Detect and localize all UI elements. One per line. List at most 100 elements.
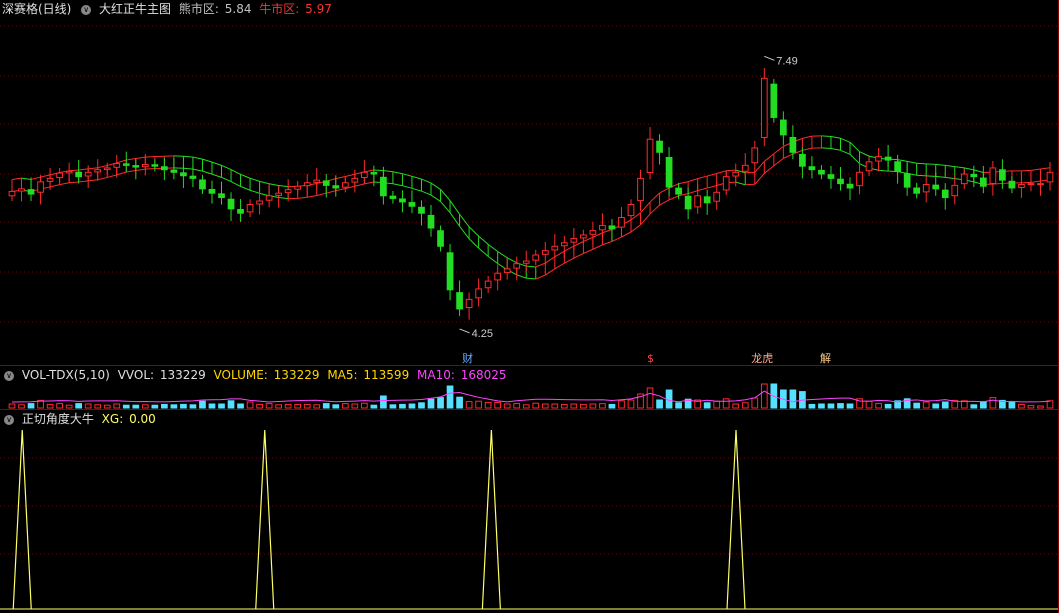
candle-body	[122, 163, 130, 166]
candle-body	[932, 184, 940, 190]
volume-bar	[580, 403, 587, 409]
band-edge	[449, 200, 460, 215]
band-edge	[726, 169, 736, 172]
volume-bar	[446, 385, 454, 409]
volume-bar	[360, 402, 368, 409]
volume-bar	[294, 403, 302, 409]
band-edge	[183, 167, 193, 170]
volume-bar	[141, 404, 149, 409]
band-edge	[821, 135, 832, 137]
volume-value: 133229	[273, 368, 320, 382]
band-edge	[430, 182, 441, 190]
volume-panel[interactable]: ∨ VOL-TDX(5,10) VVOL: 133229 VOLUME: 133…	[0, 366, 1059, 410]
band-edge	[269, 183, 279, 186]
candle-body	[846, 183, 854, 189]
bull-label: 牛市区:	[259, 2, 300, 16]
band-edge	[440, 201, 451, 213]
band-edge	[926, 175, 936, 177]
volume-bar	[503, 403, 511, 409]
band-edge	[459, 225, 470, 240]
candle-body	[722, 176, 730, 191]
band-edge	[440, 189, 451, 201]
main-chart-panel[interactable]: 7.49 4.25 财 $ 龙虎 解 深赛格(日线) ∨ 大红正牛主图 熊市区: 5.84…	[0, 0, 1059, 366]
candle-body	[875, 156, 882, 162]
candle-body	[694, 195, 702, 208]
candle-body	[513, 263, 521, 269]
band-edge	[583, 248, 594, 254]
band-edge	[564, 245, 575, 252]
vvol-value: 133229	[159, 368, 206, 382]
candle-body	[103, 167, 111, 170]
candle-body	[418, 206, 425, 214]
volume-bar	[703, 402, 711, 409]
volume-bar	[627, 399, 635, 409]
candle-body	[360, 171, 368, 178]
stock-name[interactable]: 深赛格(日线)	[2, 2, 71, 16]
band-edge	[364, 169, 374, 173]
candle-body	[541, 250, 549, 255]
volume-bar	[922, 401, 930, 409]
band-edge	[1021, 181, 1031, 184]
chevron-down-icon[interactable]: ∨	[81, 4, 92, 15]
volume-bar	[1008, 401, 1016, 409]
band-edge	[249, 189, 260, 194]
candle-body	[503, 268, 511, 274]
volume-bar	[275, 404, 282, 409]
chevron-down-icon[interactable]: ∨	[4, 414, 14, 425]
band-edge	[849, 153, 860, 165]
volume-bar	[56, 403, 63, 409]
volume-bar	[732, 403, 740, 409]
band-edge	[468, 238, 479, 249]
candle-body	[922, 183, 930, 193]
candle-body	[94, 169, 102, 173]
indicator-panel-name[interactable]: 正切角度大牛	[22, 412, 94, 426]
candle-body	[789, 136, 797, 153]
band-edge	[402, 185, 413, 189]
band-edge	[316, 192, 327, 197]
band-edge	[897, 159, 908, 162]
candle-body	[684, 195, 692, 210]
indicator-chart[interactable]	[0, 410, 1059, 613]
candle-body	[456, 292, 463, 310]
band-edge	[11, 177, 22, 180]
volume-bar	[75, 403, 83, 409]
candle-body	[380, 176, 387, 197]
band-edge	[611, 236, 622, 242]
band-edge	[1030, 168, 1041, 171]
candle-body	[637, 177, 644, 202]
volume-bar	[284, 403, 292, 409]
band-edge	[449, 212, 460, 227]
volume-bar	[389, 404, 397, 409]
band-edge	[30, 176, 41, 180]
candle-body	[713, 191, 721, 202]
volume-bar	[94, 404, 102, 409]
volume-indicator-name[interactable]: VOL-TDX(5,10)	[22, 368, 110, 382]
candle-body	[608, 225, 616, 230]
bull-value: 5.97	[305, 2, 332, 16]
candle-body	[265, 195, 273, 201]
indicator-name[interactable]: 大红正牛主图	[99, 2, 171, 16]
band-edge	[107, 174, 117, 178]
volume-bar	[484, 401, 492, 409]
candle-body	[484, 280, 492, 289]
band-edge	[202, 158, 213, 163]
candle-body	[246, 204, 254, 213]
chevron-down-icon[interactable]: ∨	[4, 370, 14, 381]
band-edge	[192, 156, 203, 160]
band-edge	[735, 181, 746, 186]
band-edge	[773, 157, 784, 167]
candle-body	[865, 161, 873, 172]
candle-body	[732, 171, 740, 177]
band-edge	[88, 179, 98, 182]
candle-body	[1037, 183, 1044, 186]
band-edge	[821, 147, 832, 149]
ma5-label: MA5:	[327, 368, 358, 382]
volume-bar	[494, 401, 502, 409]
candle-body	[856, 171, 863, 187]
ma10-value: 168025	[460, 368, 507, 382]
band-edge	[973, 169, 984, 173]
candlestick-chart[interactable]: 7.49 4.25 财 $ 龙虎 解	[0, 0, 1059, 366]
band-edge	[345, 173, 355, 177]
indicator-panel[interactable]: ∨ 正切角度大牛 XG: 0.00	[0, 410, 1059, 613]
volume-bar	[541, 403, 549, 409]
